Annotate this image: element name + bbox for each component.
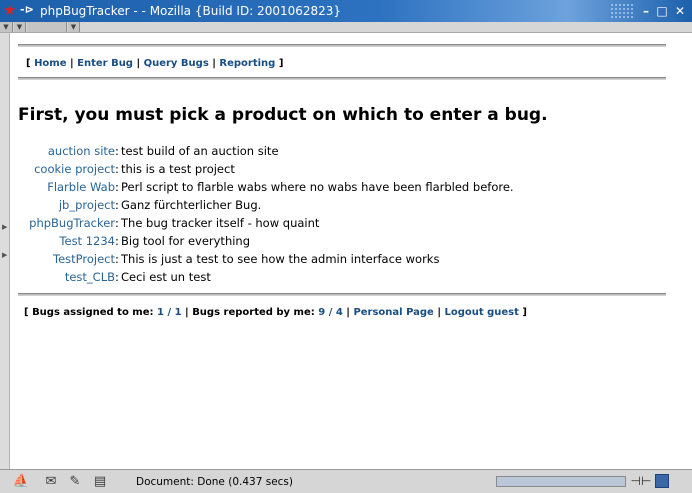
product-row: TestProject : This is just a test to see… — [18, 250, 658, 268]
product-link-jb-project[interactable]: jb_project — [59, 197, 115, 213]
navigator-icon[interactable]: ⛵ — [12, 474, 30, 489]
product-row: cookie project : this is a test project — [18, 160, 658, 178]
product-colon: : — [115, 234, 119, 248]
product-colon: : — [115, 216, 119, 230]
toolbar-grip-3[interactable] — [27, 22, 67, 32]
footer-divider — [18, 293, 666, 296]
product-link-testproject[interactable]: TestProject — [53, 251, 115, 267]
window-title: phpBugTracker - - Mozilla {Build ID: 200… — [40, 4, 342, 18]
nav-divider — [18, 77, 666, 80]
status-text: Document: Done (0.437 secs) — [136, 476, 293, 488]
logout-link[interactable]: Logout guest — [444, 307, 518, 318]
sidebar-grip[interactable]: ▶ ▶ — [0, 33, 10, 469]
product-colon: : — [115, 198, 119, 212]
product-colon: : — [115, 252, 119, 266]
product-description: Ceci est un test — [121, 270, 211, 284]
reported-label: Bugs reported by me: — [192, 307, 315, 318]
assigned-open-link[interactable]: 1 — [157, 307, 164, 318]
mail-icon[interactable]: ✉ — [42, 474, 60, 489]
nav-bracket-close: ] — [278, 58, 284, 69]
assigned-slash: / — [167, 307, 172, 318]
user-summary-bar: [ Bugs assigned to me: 1 / 1 | Bugs repo… — [24, 306, 527, 320]
toolbar-strip: ▼ ▼ ▼ — [0, 22, 692, 33]
sidebar-expand-icon-2[interactable]: ▶ — [2, 251, 7, 259]
maximize-icon[interactable]: □ — [654, 3, 670, 19]
online-status-icon[interactable]: ⊣⊢ — [630, 474, 652, 489]
toolbar-grip-1[interactable]: ▼ — [0, 22, 13, 32]
star-icon[interactable]: ★ — [3, 2, 19, 18]
close-icon[interactable]: ✕ — [672, 3, 688, 19]
product-description: Big tool for everything — [121, 234, 251, 248]
product-colon: : — [115, 180, 119, 194]
addressbook-icon[interactable]: ▤ — [91, 474, 109, 489]
footer-separator: | — [346, 307, 350, 318]
page-heading: First, you must pick a product on which … — [18, 105, 548, 125]
footer-separator: | — [185, 307, 189, 318]
top-divider — [18, 44, 666, 47]
pin-icon[interactable]: -⊳ — [20, 2, 38, 18]
product-link-cookie-project[interactable]: cookie project — [34, 161, 115, 177]
product-description: The bug tracker itself - how quaint — [121, 216, 320, 230]
product-link-test-1234[interactable]: Test 1234 — [59, 233, 115, 249]
assigned-total-link[interactable]: 1 — [175, 307, 182, 318]
nav-bar: [ Home | Enter Bug | Query Bugs | Report… — [26, 57, 283, 71]
nav-link-home[interactable]: Home — [34, 58, 66, 69]
reported-slash: / — [328, 307, 333, 318]
product-description: this is a test project — [121, 162, 235, 176]
footer-separator: | — [437, 307, 441, 318]
nav-link-reporting[interactable]: Reporting — [219, 58, 275, 69]
product-description: Ganz fürchterlicher Bug. — [121, 198, 262, 212]
nav-separator: | — [70, 58, 74, 69]
toolbar-grip-2[interactable]: ▼ — [14, 22, 26, 32]
product-colon: : — [115, 144, 119, 158]
toolbar-grip-4[interactable]: ▼ — [68, 22, 80, 32]
title-bar[interactable]: ★ -⊳ phpBugTracker - - Mozilla {Build ID… — [0, 0, 692, 22]
product-list: auction site : test build of an auction … — [18, 142, 658, 286]
product-link-test-clb[interactable]: test_CLB — [65, 269, 115, 285]
assigned-label: Bugs assigned to me: — [32, 307, 154, 318]
footer-bracket-open: [ — [24, 307, 29, 318]
security-icon[interactable] — [655, 474, 669, 488]
browser-window: ★ -⊳ phpBugTracker - - Mozilla {Build ID… — [0, 0, 692, 493]
title-decoration — [610, 3, 634, 19]
footer-bracket-close: ] — [522, 307, 527, 318]
product-description: test build of an auction site — [121, 144, 279, 158]
progress-bar — [496, 476, 626, 487]
nav-separator: | — [212, 58, 216, 69]
composer-icon[interactable]: ✎ — [66, 474, 84, 489]
status-bar: ⛵ ✉ ✎ ▤ Document: Done (0.437 secs) ⊣⊢ — [0, 469, 692, 493]
progress-fill — [497, 477, 625, 486]
minimize-icon[interactable]: – — [638, 3, 654, 19]
reported-open-link[interactable]: 9 — [318, 307, 325, 318]
nav-bracket-open: [ — [26, 58, 31, 69]
product-description: Perl script to flarble wabs where no wab… — [121, 180, 514, 194]
nav-link-query-bugs[interactable]: Query Bugs — [144, 58, 209, 69]
product-row: test_CLB : Ceci est un test — [18, 268, 658, 286]
product-row: jb_project : Ganz fürchterlicher Bug. — [18, 196, 658, 214]
product-link-auction-site[interactable]: auction site — [48, 143, 115, 159]
product-colon: : — [115, 270, 119, 284]
product-link-flarble-wab[interactable]: Flarble Wab — [47, 179, 115, 195]
product-row: auction site : test build of an auction … — [18, 142, 658, 160]
product-row: Test 1234 : Big tool for everything — [18, 232, 658, 250]
page-content: [ Home | Enter Bug | Query Bugs | Report… — [10, 33, 692, 469]
product-row: phpBugTracker : The bug tracker itself -… — [18, 214, 658, 232]
product-colon: : — [115, 162, 119, 176]
product-description: This is just a test to see how the admin… — [121, 252, 440, 266]
product-row: Flarble Wab : Perl script to flarble wab… — [18, 178, 658, 196]
reported-total-link[interactable]: 4 — [336, 307, 343, 318]
sidebar-expand-icon[interactable]: ▶ — [2, 223, 7, 231]
nav-separator: | — [136, 58, 141, 69]
product-link-phpbugtracker[interactable]: phpBugTracker — [29, 215, 115, 231]
nav-link-enter-bug[interactable]: Enter Bug — [77, 58, 133, 69]
personal-page-link[interactable]: Personal Page — [353, 307, 433, 318]
